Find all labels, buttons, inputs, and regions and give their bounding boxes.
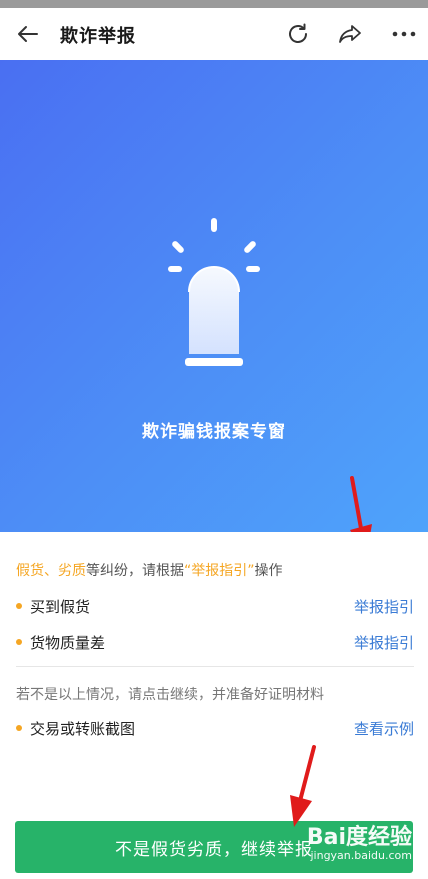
status-bar [0,0,428,8]
intro-text-part: 等纠纷，请根据 [86,563,184,579]
hero-title: 欺诈骗钱报案专窗 [142,422,286,442]
page-title: 欺诈举报 [60,26,136,47]
annotation-arrow [290,745,316,827]
intro-highlight-fake-goods: 假货、劣质 [16,563,86,579]
intro-text: 假货、劣质等纠纷，请根据“举报指引”操作 [16,560,283,580]
list-item: 交易或转账截图 查看示例 [16,716,414,740]
divider [16,666,414,667]
watermark: Bai度经验 jingyan.baidu.com [306,825,412,863]
share-icon[interactable] [336,20,364,48]
refresh-icon[interactable] [284,20,312,48]
list-item: 货物质量差 举报指引 [16,630,414,654]
alarm-siren-icon [168,218,260,366]
item-label: 货物质量差 [30,634,106,652]
list-item: 买到假货 举报指引 [16,594,414,618]
more-options-icon[interactable] [390,20,418,48]
back-arrow-icon[interactable] [14,20,42,48]
intro-text-tail: 操作 [254,563,283,579]
item-label: 交易或转账截图 [30,720,136,738]
bullet-dot [16,639,22,645]
report-guide-link[interactable]: 举报指引 [354,632,414,653]
intro-highlight-guide: “举报指引” [184,563,255,579]
watermark-url: jingyan.baidu.com [310,849,412,863]
continue-hint: 若不是以上情况，请点击继续，并准备好证明材料 [16,687,324,703]
continue-button-label: 不是假货劣质，继续举报 [115,839,313,860]
hero-banner: 欺诈骗钱报案专窗 [0,60,428,532]
view-example-link[interactable]: 查看示例 [354,718,414,739]
header-bar: 欺诈举报 [0,8,428,60]
bullet-dot [16,725,22,731]
watermark-brand: Bai度经验 [306,825,412,850]
report-guide-link[interactable]: 举报指引 [354,596,414,617]
item-label: 买到假货 [30,598,91,616]
bullet-dot [16,603,22,609]
